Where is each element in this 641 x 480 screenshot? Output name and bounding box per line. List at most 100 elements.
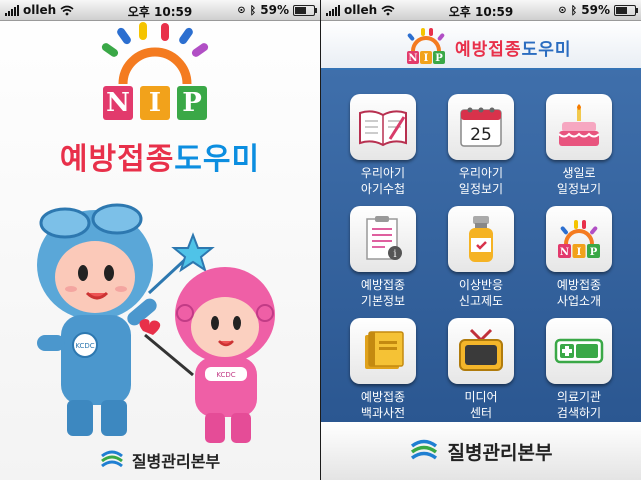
menu-item-program-intro[interactable]: N I P 예방접종사업소개	[529, 206, 629, 309]
menu-item-icon-box	[546, 94, 612, 160]
menu-item-label: 우리아기 아기수첩	[333, 165, 433, 197]
nip-logo: N I P	[95, 22, 215, 122]
app-title-part1: 예방접종	[59, 142, 175, 177]
app-title-part2: 도우미	[174, 142, 261, 177]
battery-percent: 59%	[260, 3, 289, 17]
menu-header-title: 예방접종도우미	[455, 35, 571, 60]
label-line1: 예방접종	[360, 278, 406, 292]
hospital-search-icon	[554, 338, 604, 364]
label-line1: 의료기관	[556, 390, 602, 404]
label-line1: 예방접종	[360, 390, 406, 404]
tile-nip-n: N	[560, 247, 569, 258]
menu-header-title-part2: 도우미	[521, 40, 572, 60]
menu-item-baby-schedule[interactable]: 25 우리아기일정보기	[431, 94, 531, 197]
nip-letter-i: I	[140, 86, 170, 120]
pink-mascot-badge: KCDC	[216, 371, 235, 379]
status-bar: olleh 오후 10:59 ⊙ ᛒ 59%	[0, 0, 320, 21]
menu-header: N I P 예방접종도우미	[321, 21, 641, 70]
status-bar-menu: olleh 오후 10:59 ⊙ ᛒ 59%	[321, 0, 641, 21]
rotation-lock-icon: ⊙	[237, 4, 246, 16]
menu-item-icon-box	[546, 318, 612, 384]
label-line2: 검색하기	[556, 406, 602, 420]
menu-item-icon-box: 25	[448, 94, 514, 160]
menu-item-vaccine-encyclopedia[interactable]: 예방접종백과사전	[333, 318, 433, 421]
splash-footer: 질병관리본부	[0, 448, 320, 472]
battery-fill-menu	[616, 6, 627, 14]
pink-mascot: KCDC	[139, 267, 275, 443]
menu-item-hospital-search[interactable]: 의료기관검색하기	[529, 318, 629, 421]
label-line2: 신고제도	[458, 294, 504, 308]
org-name: 질병관리본부	[131, 452, 221, 471]
menu-header-title-part1: 예방접종	[455, 40, 522, 60]
rotation-lock-icon: ⊙	[558, 4, 567, 16]
label-line1: 예방접종	[556, 278, 602, 292]
bluetooth-icon: ᛒ	[570, 3, 578, 17]
menu-item-media-center[interactable]: 미디어센터	[431, 318, 531, 421]
document-info-icon: i	[366, 216, 402, 260]
label-line2: 일정보기	[556, 182, 602, 196]
kcdc-logo-icon	[100, 450, 123, 468]
label-line2: 백과사전	[360, 406, 406, 420]
nip-letter-p: P	[177, 86, 207, 120]
header-nip-i: I	[424, 53, 429, 64]
org-name-menu: 질병관리본부	[447, 441, 553, 464]
svg-text:i: i	[393, 249, 396, 260]
tile-nip-i: I	[577, 247, 582, 258]
header-nip-n: N	[408, 53, 417, 64]
label-line1: 우리아기	[360, 166, 406, 180]
label-line2: 센터	[469, 406, 493, 420]
battery-percent-menu: 59%	[581, 3, 610, 17]
splash-screen: olleh 오후 10:59 ⊙ ᛒ 59% N I P 예방접종도우미 KCD…	[0, 0, 320, 480]
menu-item-label: 의료기관검색하기	[529, 389, 629, 421]
blue-mascot-badge: KCDC	[75, 342, 94, 350]
menu-item-label: 생일로일정보기	[529, 165, 629, 197]
menu-item-label: 예방접종백과사전	[333, 389, 433, 421]
battery-icon	[614, 4, 638, 16]
menu-item-label: 예방접종사업소개	[529, 277, 629, 309]
notebook-icon	[359, 110, 407, 147]
status-right: ⊙ ᛒ 59%	[237, 3, 317, 17]
label-line2: 기본정보	[360, 294, 406, 308]
menu-item-icon-box	[448, 318, 514, 384]
menu-item-birthday-schedule[interactable]: 생일로일정보기	[529, 94, 629, 197]
label-line1: 미디어	[464, 390, 498, 404]
nip-logo-small-icon: N I P	[407, 28, 445, 64]
menu-grid: 우리아기 아기수첩 25 우리아기 일정보기 생일로 일정보기 i 예방접종 기…	[321, 70, 641, 422]
label-line1: 이상반응	[458, 278, 504, 292]
battery-fill	[295, 6, 306, 14]
menu-item-adverse-reaction-report[interactable]: 이상반응신고제도	[431, 206, 531, 309]
menu-item-icon-box: N I P	[546, 206, 612, 272]
menu-screen: olleh 오후 10:59 ⊙ ᛒ 59% N I P 예방접종도우미 우리아…	[321, 0, 641, 480]
label-line2: 일정보기	[458, 182, 504, 196]
menu-item-icon-box: i	[350, 206, 416, 272]
menu-item-vaccine-basic-info[interactable]: i 예방접종기본정보	[333, 206, 433, 309]
menu-item-label: 미디어센터	[431, 389, 531, 421]
tile-nip-p: P	[590, 247, 598, 258]
calendar-day: 25	[470, 125, 492, 145]
menu-item-label: 예방접종기본정보	[333, 277, 433, 309]
menu-item-icon-box	[350, 94, 416, 160]
birthday-cake-icon	[558, 104, 600, 146]
medicine-vial-icon	[469, 216, 493, 262]
menu-item-icon-box	[448, 206, 514, 272]
menu-item-label: 이상반응신고제도	[431, 277, 531, 309]
menu-item-baby-notebook[interactable]: 우리아기 아기수첩	[333, 94, 433, 197]
book-icon	[365, 331, 404, 369]
bluetooth-icon: ᛒ	[249, 3, 257, 17]
kcdc-logo-icon	[410, 439, 437, 460]
nip-letter-n: N	[103, 86, 133, 120]
television-icon	[459, 328, 503, 371]
calendar-icon: 25	[460, 107, 502, 147]
status-right-menu: ⊙ ᛒ 59%	[558, 3, 638, 17]
menu-item-icon-box	[350, 318, 416, 384]
menu-item-label: 우리아기일정보기	[431, 165, 531, 197]
label-line1: 생일로	[562, 166, 596, 180]
app-title: 예방접종도우미	[0, 134, 320, 178]
label-line1: 우리아기	[458, 166, 504, 180]
nip-logo-icon: N I P	[558, 220, 600, 258]
sun-rays-icon	[101, 22, 209, 85]
mascot-characters: KCDC KCDC	[37, 203, 275, 443]
menu-footer: 질병관리본부	[321, 422, 641, 480]
label-line2: 사업소개	[556, 294, 602, 308]
battery-icon	[293, 4, 317, 16]
